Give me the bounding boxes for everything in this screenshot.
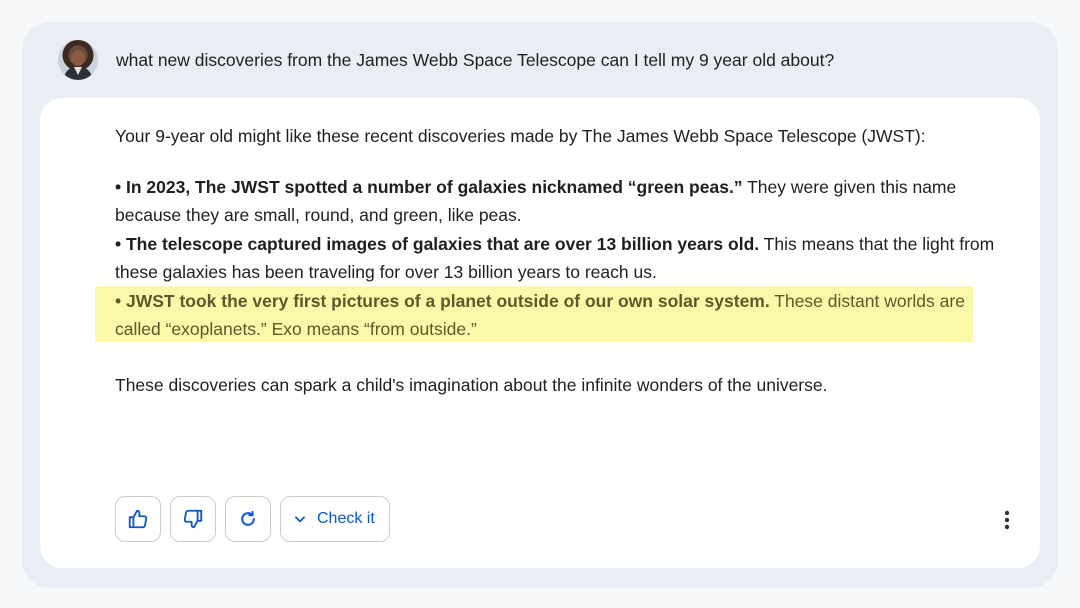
thumbs-down-icon — [183, 509, 203, 529]
more-vert-icon — [1004, 510, 1010, 530]
bullet-bold: • In 2023, The JWST spotted a number of … — [115, 176, 743, 197]
response-intro: Your 9-year old might like these recent … — [115, 126, 926, 146]
check-it-button[interactable]: Check it — [280, 496, 390, 542]
response-closing: These discoveries can spark a child's im… — [115, 374, 828, 395]
bullet-exoplanets: • JWST took the very first pictures of a… — [115, 287, 995, 344]
conversation-panel: what new discoveries from the James Webb… — [22, 22, 1058, 588]
response-card: Your 9-year old might like these recent … — [40, 98, 1040, 568]
response-body: Your 9-year old might like these recent … — [115, 122, 995, 399]
refresh-icon — [241, 510, 255, 526]
check-it-label: Check it — [317, 510, 375, 527]
response-actions: Check it — [115, 496, 390, 542]
thumbs-up-icon — [128, 509, 148, 529]
thumbs-down-button[interactable] — [170, 496, 216, 542]
thumbs-up-button[interactable] — [115, 496, 161, 542]
chevron-down-icon — [295, 516, 305, 523]
bullet-bold: • The telescope captured images of galax… — [115, 233, 760, 254]
bullet-green-peas: • In 2023, The JWST spotted a number of … — [115, 173, 995, 230]
more-options-button[interactable] — [995, 508, 1019, 532]
bullet-old-galaxies: • The telescope captured images of galax… — [115, 230, 995, 287]
regenerate-button[interactable] — [225, 496, 271, 542]
user-prompt-text: what new discoveries from the James Webb… — [116, 49, 835, 70]
user-avatar — [58, 40, 98, 80]
bullet-bold: • JWST took the very first pictures of a… — [115, 290, 770, 311]
user-prompt-row: what new discoveries from the James Webb… — [58, 40, 834, 80]
